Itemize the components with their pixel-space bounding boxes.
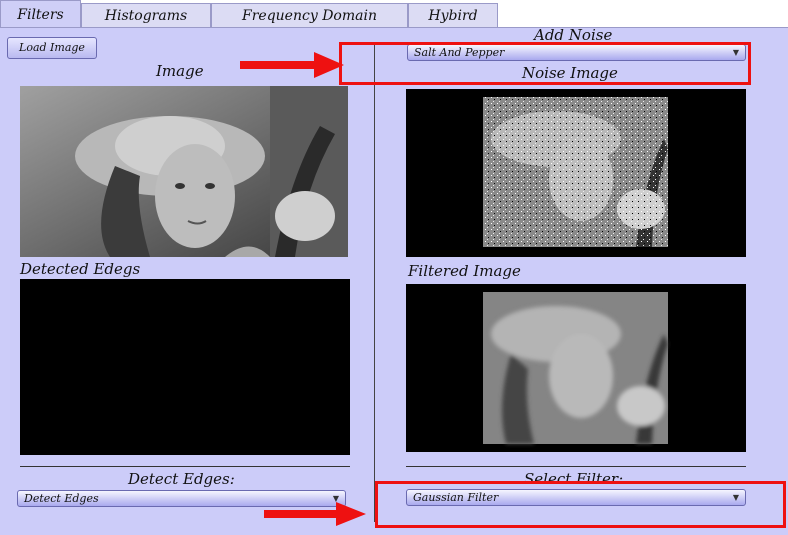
- left-separator: [20, 466, 350, 467]
- image-label: Image: [156, 62, 204, 80]
- filtered-photo: [483, 292, 668, 444]
- detect-edges-value: Detect Edges: [24, 492, 99, 505]
- detected-edges-label: Detected Edegs: [20, 260, 141, 278]
- tab-hybird[interactable]: Hybird: [408, 3, 498, 27]
- load-image-button[interactable]: Load Image: [7, 37, 97, 59]
- tab-filters[interactable]: Filters: [0, 0, 81, 28]
- tab-frequency-domain[interactable]: Frequency Domain: [211, 3, 408, 27]
- arrow-right-icon: [240, 52, 344, 78]
- noise-photo: [483, 97, 668, 247]
- tab-bar: Filters Histograms Frequency Domain Hybi…: [0, 0, 788, 28]
- column-divider: [374, 42, 375, 522]
- noise-image-view: [406, 89, 746, 257]
- detected-edges-view: [20, 279, 350, 455]
- tab-histograms[interactable]: Histograms: [81, 3, 211, 27]
- filter-highlight-box: [375, 481, 786, 528]
- detect-edges-label: Detect Edges:: [128, 470, 235, 488]
- noise-highlight-box: [339, 42, 751, 85]
- right-separator: [406, 466, 746, 467]
- arrow-right-icon: [264, 502, 366, 526]
- filtered-image-view: [406, 284, 746, 452]
- filtered-image-label: Filtered Image: [408, 262, 521, 280]
- lena-photo: [20, 86, 348, 257]
- original-image: [20, 86, 348, 257]
